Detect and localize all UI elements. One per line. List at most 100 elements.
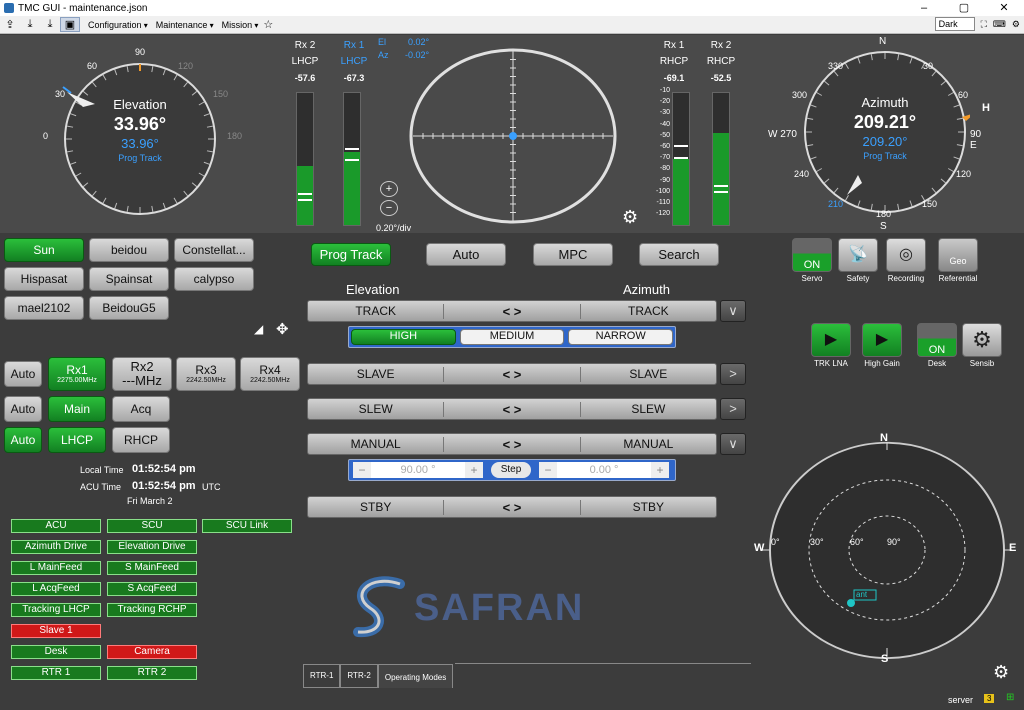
az-plus-button[interactable]: + <box>651 462 669 478</box>
upload-icon[interactable]: ⇪ <box>0 18 20 31</box>
receiver-rx1-button[interactable]: Rx1 2275.00MHz <box>48 357 106 391</box>
signal-scale-tick: -20 <box>659 98 670 106</box>
sky-south: S <box>881 653 889 665</box>
mode-prog-track-button[interactable]: Prog Track <box>311 243 391 266</box>
mode-mpc-button[interactable]: MPC <box>533 243 613 266</box>
az-minus-button[interactable]: − <box>539 462 557 478</box>
zoom-in-button[interactable]: + <box>380 181 398 197</box>
recording-icon[interactable]: ◎ <box>886 238 926 272</box>
signal-rx1-rhcp-pol: RHCP <box>659 56 689 67</box>
gear-icon[interactable]: ⚙ <box>1012 19 1020 30</box>
feed-auto-button[interactable]: Auto <box>4 396 42 422</box>
receiver-auto-button[interactable]: Auto <box>4 361 42 387</box>
manual-el-button[interactable]: MANUAL <box>308 437 443 451</box>
tab-operating-modes[interactable]: Operating Modes <box>377 664 454 688</box>
satellite-beidoug5[interactable]: BeidouG5 <box>89 296 169 320</box>
slave-link-button[interactable]: < > <box>443 366 581 382</box>
save-icon[interactable]: ▣ <box>60 17 80 32</box>
safran-logo: SAFRAN <box>350 574 584 642</box>
stby-row[interactable]: STBY < > STBY <box>307 496 717 518</box>
status-acu: ACU <box>11 519 101 533</box>
az-tick-n: N <box>879 36 887 47</box>
slave-expand-chevron[interactable]: > <box>720 363 746 385</box>
download-alt-icon[interactable]: ⤓ <box>40 18 60 31</box>
step-button[interactable]: Step <box>491 462 531 478</box>
satellite-sun[interactable]: Sun <box>4 238 84 262</box>
close-button[interactable]: ✕ <box>984 0 1024 16</box>
stby-az-button[interactable]: STBY <box>581 500 716 514</box>
move-icon[interactable]: ✥ <box>276 320 289 338</box>
star-icon[interactable]: ☆ <box>258 18 278 31</box>
manual-expand-chevron[interactable]: ∨ <box>720 433 746 455</box>
stby-link-button[interactable]: < > <box>443 499 581 515</box>
track-row[interactable]: TRACK < > TRACK <box>307 300 717 322</box>
satellite-spainsat[interactable]: Spainsat <box>89 267 169 291</box>
fullscreen-icon[interactable]: ⛶ <box>981 19 987 30</box>
bandwidth-narrow[interactable]: NARROW <box>568 329 674 345</box>
manual-row[interactable]: MANUAL < > MANUAL <box>307 433 717 455</box>
settings-gear-icon[interactable]: ⚙ <box>993 662 1009 683</box>
slave-el-button[interactable]: SLAVE <box>308 367 443 381</box>
sensib-gear-icon[interactable]: ⚙ <box>962 323 1002 357</box>
track-expand-chevron[interactable]: ∨ <box>720 300 746 322</box>
tab-rtr-1[interactable]: RTR-1 <box>303 664 341 688</box>
receiver-rx3-button[interactable]: Rx3 2242.50MHz <box>176 357 236 391</box>
slave-row[interactable]: SLAVE < > SLAVE <box>307 363 717 385</box>
el-manual-input[interactable]: 90.00 ° <box>371 462 465 478</box>
slew-expand-chevron[interactable]: > <box>720 398 746 420</box>
high-gain-icon[interactable]: ▶ <box>862 323 902 357</box>
sky-ring-0: 0° <box>771 537 780 547</box>
manual-link-button[interactable]: < > <box>443 436 581 452</box>
satellite-hispasat[interactable]: Hispasat <box>4 267 84 291</box>
slew-az-button[interactable]: SLEW <box>581 402 716 416</box>
feed-main-button[interactable]: Main <box>48 396 106 422</box>
feed-acq-button[interactable]: Acq <box>112 396 170 422</box>
slave-az-button[interactable]: SLAVE <box>581 367 716 381</box>
minimize-button[interactable]: – <box>904 0 944 16</box>
receiver-rx4-button[interactable]: Rx4 2242.50MHz <box>240 357 300 391</box>
keyboard-icon[interactable]: ⌨ <box>993 19 1006 30</box>
satellite-calypso[interactable]: calypso <box>174 267 254 291</box>
geo-referential-icon[interactable]: Geo <box>938 238 978 272</box>
satellite-constellation[interactable]: Constellat... <box>174 238 254 262</box>
theme-select[interactable]: Dark <box>934 17 975 31</box>
slew-link-button[interactable]: < > <box>443 401 581 417</box>
tab-divider <box>455 663 751 664</box>
zoom-out-button[interactable]: − <box>380 200 398 216</box>
track-link-button[interactable]: < > <box>443 303 581 319</box>
track-el-button[interactable]: TRACK <box>308 304 443 318</box>
polarization-lhcp-button[interactable]: LHCP <box>48 427 106 453</box>
satellite-beidou[interactable]: beidou <box>89 238 169 262</box>
signal-scale-tick: -40 <box>659 120 670 128</box>
polarization-rhcp-button[interactable]: RHCP <box>112 427 170 453</box>
receiver-rx2-button[interactable]: Rx2 ---MHz <box>112 357 172 391</box>
maximize-button[interactable]: ▢ <box>944 0 984 16</box>
desk-button[interactable]: ON <box>917 323 957 357</box>
download-icon[interactable]: ⤓ <box>20 18 40 31</box>
trk-lna-icon[interactable]: ▶ <box>811 323 851 357</box>
safety-icon[interactable]: 📡 <box>838 238 878 272</box>
mode-search-button[interactable]: Search <box>639 243 719 266</box>
menu-maintenance[interactable]: Maintenance <box>156 20 214 30</box>
elevation-value: 33.96° <box>113 114 167 134</box>
el-plus-button[interactable]: + <box>465 462 483 478</box>
polarization-auto-button[interactable]: Auto <box>4 427 42 453</box>
status-l-mainfeed: L MainFeed <box>11 561 101 575</box>
slew-el-button[interactable]: SLEW <box>308 402 443 416</box>
mode-auto-button[interactable]: Auto <box>426 243 506 266</box>
tab-rtr-2[interactable]: RTR-2 <box>340 664 378 688</box>
menu-mission[interactable]: Mission <box>222 20 259 30</box>
stby-el-button[interactable]: STBY <box>308 500 443 514</box>
status-desk: Desk <box>11 645 101 659</box>
az-manual-input[interactable]: 0.00 ° <box>557 462 651 478</box>
el-minus-button[interactable]: − <box>353 462 371 478</box>
scope-gear-icon[interactable]: ⚙ <box>622 207 638 228</box>
satellite-mael2102[interactable]: mael2102 <box>4 296 84 320</box>
bandwidth-medium[interactable]: MEDIUM <box>459 329 565 345</box>
menu-configuration[interactable]: Configuration <box>88 20 148 30</box>
track-az-button[interactable]: TRACK <box>581 304 716 318</box>
manual-az-button[interactable]: MANUAL <box>581 437 716 451</box>
servo-button[interactable]: ON <box>792 238 832 272</box>
slew-row[interactable]: SLEW < > SLEW <box>307 398 717 420</box>
bandwidth-high[interactable]: HIGH <box>351 329 456 345</box>
